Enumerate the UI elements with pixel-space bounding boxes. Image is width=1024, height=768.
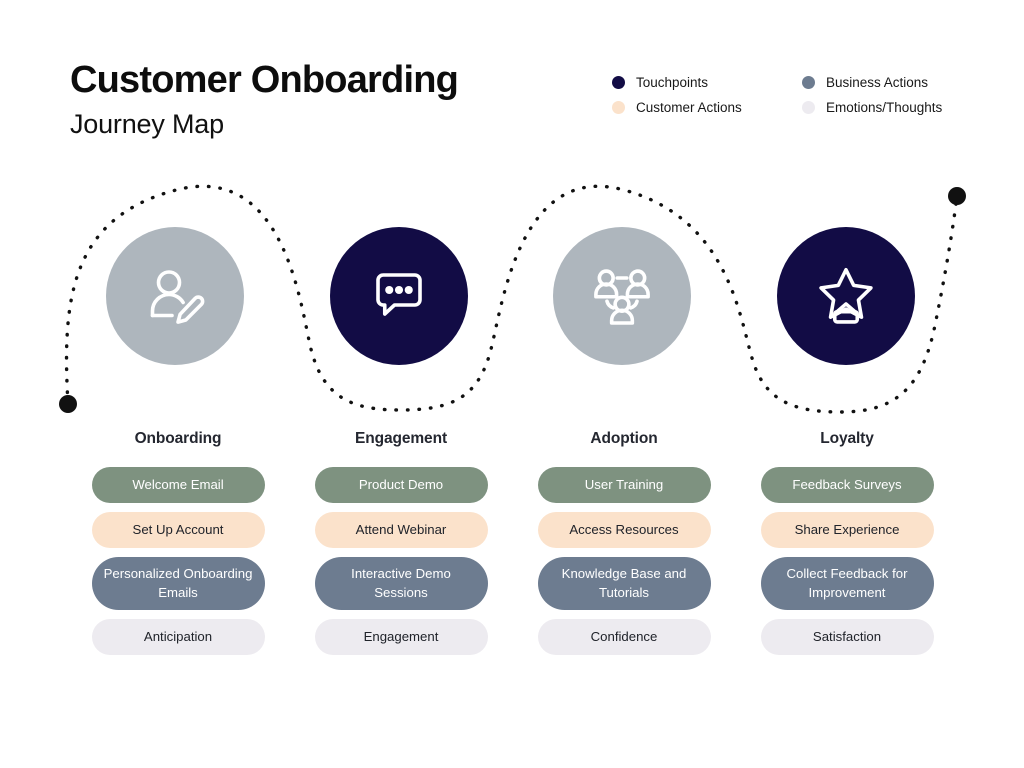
legend-item-emotions-thoughts: Emotions/Thoughts (802, 100, 972, 115)
pill-business-action[interactable]: Collect Feedback for Improvement (760, 557, 934, 610)
legend-dot-icon (612, 101, 625, 114)
stage-column-adoption: Adoption User Training Access Resources … (524, 430, 724, 655)
pill-business-action[interactable]: Personalized Onboarding Emails (91, 557, 265, 610)
pill-business-action[interactable]: Interactive Demo Sessions (314, 557, 488, 610)
stage-circle-loyalty[interactable] (777, 227, 915, 365)
pill-stack: Product Demo Attend Webinar Interactive … (301, 467, 501, 655)
pill-customer-action[interactable]: Access Resources (537, 512, 711, 548)
user-edit-icon (150, 270, 205, 324)
pill-touchpoint[interactable]: User Training (537, 467, 711, 503)
legend: Touchpoints Business Actions Customer Ac… (612, 70, 972, 120)
page-title: Customer Onboarding (70, 59, 459, 101)
stage-label: Loyalty (820, 430, 874, 447)
stage-label: Adoption (590, 430, 658, 447)
journey-end-marker (948, 187, 966, 205)
page-subtitle: Journey Map (70, 108, 224, 139)
legend-item-label: Business Actions (826, 75, 929, 90)
legend-item-label: Emotions/Thoughts (826, 100, 943, 115)
legend-dot-icon (802, 76, 815, 89)
legend-dot-icon (612, 76, 625, 89)
pill-emotion[interactable]: Anticipation (91, 619, 265, 655)
stage-label: Engagement (354, 430, 447, 447)
pill-customer-action[interactable]: Share Experience (760, 512, 934, 548)
pill-stack: Welcome Email Set Up Account Personalize… (78, 467, 278, 655)
legend-dot-icon (802, 101, 815, 114)
header: Customer Onboarding Journey Map (70, 58, 570, 142)
stage-column-loyalty: Loyalty Feedback Surveys Share Experienc… (747, 430, 947, 655)
pill-touchpoint[interactable]: Feedback Surveys (760, 467, 934, 503)
stage-column-onboarding: Onboarding Welcome Email Set Up Account … (78, 430, 278, 655)
pill-emotion[interactable]: Engagement (314, 619, 488, 655)
stage-column-engagement: Engagement Product Demo Attend Webinar I… (301, 430, 501, 655)
pill-touchpoint[interactable]: Product Demo (314, 467, 488, 503)
people-network-icon (594, 269, 650, 325)
pill-touchpoint[interactable]: Welcome Email (91, 467, 265, 503)
legend-item-label: Customer Actions (636, 100, 742, 115)
stage-circle-onboarding[interactable] (106, 227, 244, 365)
pill-business-action[interactable]: Knowledge Base and Tutorials (537, 557, 711, 610)
star-trophy-icon (819, 267, 873, 324)
legend-item-touchpoints: Touchpoints (612, 75, 802, 90)
stage-label: Onboarding (134, 430, 222, 447)
pill-stack: Feedback Surveys Share Experience Collec… (747, 467, 947, 655)
legend-item-business-actions: Business Actions (802, 75, 972, 90)
stage-circle-engagement[interactable] (330, 227, 468, 365)
pill-customer-action[interactable]: Attend Webinar (314, 512, 488, 548)
pill-stack: User Training Access Resources Knowledge… (524, 467, 724, 655)
legend-item-customer-actions: Customer Actions (612, 100, 802, 115)
pill-customer-action[interactable]: Set Up Account (91, 512, 265, 548)
pill-emotion[interactable]: Satisfaction (760, 619, 934, 655)
journey-map-canvas: Customer Onboarding Journey Map Touchpoi… (0, 0, 1024, 768)
pill-emotion[interactable]: Confidence (537, 619, 711, 655)
legend-item-label: Touchpoints (636, 75, 709, 90)
stage-circle-adoption[interactable] (553, 227, 691, 365)
chat-bubble-icon (376, 273, 422, 316)
journey-start-marker (59, 395, 77, 413)
